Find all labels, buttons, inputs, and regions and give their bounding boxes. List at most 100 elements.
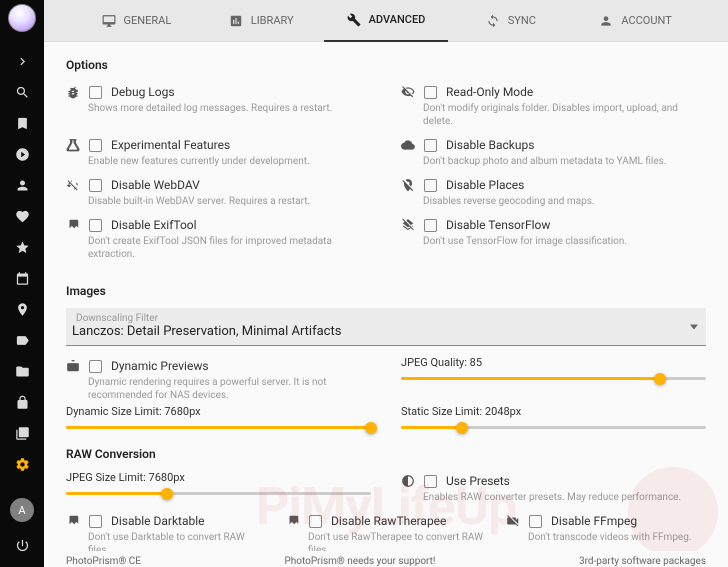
option-label[interactable]: Debug Logs — [111, 85, 175, 99]
nav-folder-icon[interactable] — [0, 356, 44, 387]
checkbox[interactable] — [529, 515, 542, 528]
option-desc: Enable new features currently under deve… — [88, 155, 371, 168]
footer: PhotoPrism® CE PhotoPrism® needs your su… — [44, 551, 728, 567]
checkbox[interactable] — [89, 219, 102, 232]
nav-settings-icon[interactable] — [0, 449, 44, 480]
checkbox[interactable] — [89, 139, 102, 152]
option-desc: Shows more detailed log messages. Requir… — [88, 102, 371, 115]
nav-bookmark-icon[interactable] — [0, 108, 44, 139]
checkbox[interactable] — [424, 139, 437, 152]
camera-icon — [66, 359, 80, 373]
slider-thumb[interactable] — [456, 422, 468, 434]
nav-places-icon[interactable] — [0, 294, 44, 325]
slider-label: JPEG Size Limit: 7680px — [66, 471, 371, 484]
option-disable-tensorflow: Disable TensorFlow Don't use TensorFlow … — [401, 215, 706, 264]
nav-calendar-icon[interactable] — [0, 263, 44, 294]
checkbox[interactable] — [424, 86, 437, 99]
dynamic-size-slider: Dynamic Size Limit: 7680px — [66, 405, 371, 429]
eye-off-icon — [401, 85, 415, 99]
nav-library-icon[interactable] — [0, 418, 44, 449]
footer-center[interactable]: PhotoPrism® needs your support! — [284, 556, 435, 567]
option-label[interactable]: Disable WebDAV — [111, 178, 200, 192]
top-tabs: GENERAL LIBRARY ADVANCED SYNC ACCOUNT — [44, 0, 728, 42]
option-label[interactable]: Disable Darktable — [111, 514, 205, 528]
option-label[interactable]: Use Presets — [446, 474, 510, 488]
power-icon[interactable] — [0, 530, 44, 561]
app-logo[interactable] — [8, 4, 36, 32]
option-disable-places: Disable Places Disables reverse geocodin… — [401, 175, 706, 211]
footer-left: PhotoPrism® CE — [66, 556, 141, 567]
tab-label: SYNC — [508, 14, 536, 27]
downscaling-filter-select[interactable]: Downscaling Filter Lanczos: Detail Prese… — [66, 308, 706, 346]
option-label[interactable]: Experimental Features — [111, 138, 230, 152]
option-disable-backups: Disable Backups Don't backup photo and a… — [401, 135, 706, 171]
tab-account[interactable]: ACCOUNT — [573, 0, 698, 42]
option-desc: Enables RAW converter presets. May reduc… — [423, 491, 706, 504]
option-desc: Dynamic rendering requires a powerful se… — [88, 376, 371, 402]
tab-advanced[interactable]: ADVANCED — [324, 0, 449, 42]
location-off-icon — [401, 178, 415, 192]
option-disable-exiftool: Disable ExifTool Don't create ExifTool J… — [66, 215, 371, 264]
contrast-icon — [401, 474, 415, 488]
sidebar: A — [0, 0, 44, 567]
tab-library[interactable]: LIBRARY — [199, 0, 324, 42]
user-avatar[interactable]: A — [10, 498, 34, 522]
checkbox[interactable] — [89, 179, 102, 192]
nav-label-icon[interactable] — [0, 325, 44, 356]
checkbox[interactable] — [89, 515, 102, 528]
option-label[interactable]: Disable RawTherapee — [331, 514, 446, 528]
option-label[interactable]: Disable Backups — [446, 138, 534, 152]
slider-track[interactable] — [401, 377, 706, 380]
nav-lock-icon[interactable] — [0, 387, 44, 418]
slider-thumb[interactable] — [365, 422, 377, 434]
layers-off-icon — [401, 218, 415, 232]
option-label[interactable]: Read-Only Mode — [446, 85, 533, 99]
select-label: Downscaling Filter — [72, 311, 700, 324]
option-desc: Don't backup photo and album metadata to… — [423, 155, 706, 168]
checkbox[interactable] — [424, 179, 437, 192]
option-experimental: Experimental Features Enable new feature… — [66, 135, 371, 171]
tab-label: GENERAL — [124, 14, 172, 27]
option-desc: Don't create ExifTool JSON files for imp… — [88, 235, 371, 261]
checkbox[interactable] — [424, 219, 437, 232]
video-off-icon — [506, 514, 520, 528]
option-desc: Disable built-in WebDAV server. Requires… — [88, 195, 371, 208]
image-off-icon — [66, 514, 80, 528]
nav-expand-icon[interactable] — [0, 46, 44, 77]
slider-thumb[interactable] — [161, 488, 173, 500]
option-label[interactable]: Disable ExifTool — [111, 218, 197, 232]
nav-people-icon[interactable] — [0, 170, 44, 201]
option-label[interactable]: Dynamic Previews — [111, 359, 209, 373]
nav-star-icon[interactable] — [0, 232, 44, 263]
slider-label: Dynamic Size Limit: 7680px — [66, 405, 371, 418]
bug-icon — [66, 85, 80, 99]
slider-track[interactable] — [401, 426, 706, 429]
option-label[interactable]: Disable TensorFlow — [446, 218, 550, 232]
checkbox[interactable] — [89, 360, 102, 373]
nav-search-icon[interactable] — [0, 77, 44, 108]
sync-off-icon — [66, 178, 80, 192]
tab-label: LIBRARY — [251, 14, 294, 27]
option-use-presets: Use Presets Enables RAW converter preset… — [401, 471, 706, 511]
slider-track[interactable] — [66, 426, 371, 429]
checkbox[interactable] — [309, 515, 322, 528]
nav-favorite-icon[interactable] — [0, 201, 44, 232]
slider-thumb[interactable] — [654, 373, 666, 385]
content-pane: Options Debug Logs Shows more detailed l… — [44, 42, 728, 567]
raw-jpeg-size-slider: JPEG Size Limit: 7680px — [66, 471, 371, 495]
flask-icon — [66, 138, 80, 152]
option-label[interactable]: Disable FFmpeg — [551, 514, 637, 528]
slider-label: JPEG Quality: 85 — [401, 356, 706, 369]
checkbox[interactable] — [424, 475, 437, 488]
tab-label: ADVANCED — [369, 13, 426, 26]
tab-general[interactable]: GENERAL — [74, 0, 199, 42]
tab-sync[interactable]: SYNC — [448, 0, 573, 42]
image-off-icon — [66, 218, 80, 232]
option-desc: Don't use TensorFlow for image classific… — [423, 235, 706, 248]
footer-right[interactable]: 3rd-party software packages — [579, 556, 706, 567]
nav-play-icon[interactable] — [0, 139, 44, 170]
slider-track[interactable] — [66, 492, 371, 495]
option-read-only: Read-Only Mode Don't modify originals fo… — [401, 82, 706, 131]
option-label[interactable]: Disable Places — [446, 178, 524, 192]
checkbox[interactable] — [89, 86, 102, 99]
